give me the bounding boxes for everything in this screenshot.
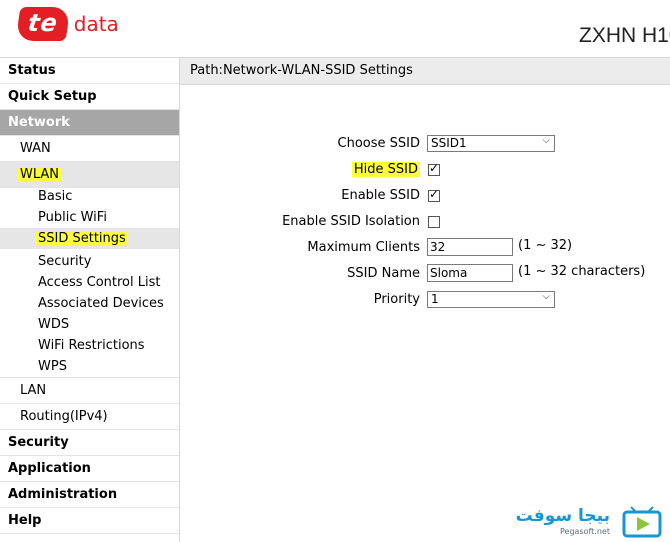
hide-ssid-label: Hide SSID: [351, 162, 420, 177]
chevron-down-icon: ⌵: [542, 291, 550, 302]
ssid-name-input[interactable]: Sloma: [427, 264, 513, 282]
nav-public-wifi[interactable]: Public WiFi: [0, 207, 179, 228]
ssid-name-hint: (1 ~ 32 characters): [518, 264, 646, 279]
nav-quick-setup[interactable]: Quick Setup: [0, 84, 179, 110]
nav-wan[interactable]: WAN: [0, 136, 179, 162]
priority-label: Priority: [373, 292, 420, 307]
nav-ssid-settings[interactable]: SSID Settings: [0, 228, 179, 249]
nav-security[interactable]: Security: [0, 430, 179, 456]
nav-access-control-list[interactable]: Access Control List: [0, 272, 179, 293]
nav-wds[interactable]: WDS: [0, 314, 179, 335]
choose-ssid-label: Choose SSID: [337, 136, 420, 151]
pegasoft-watermark: بيجا سوفت Pegasoft.net: [516, 503, 670, 542]
choose-ssid-select[interactable]: SSID1 ⌵: [427, 135, 555, 152]
watermark-subtext: Pegasoft.net: [560, 527, 610, 536]
nav-associated-devices[interactable]: Associated Devices: [0, 293, 179, 314]
maximum-clients-label: Maximum Clients: [307, 240, 420, 255]
chevron-down-icon: ⌵: [542, 135, 550, 146]
maximum-clients-hint: (1 ~ 32): [518, 238, 573, 253]
nav-lan[interactable]: LAN: [0, 378, 179, 404]
breadcrumb-text: Path:Network-WLAN-SSID Settings: [190, 63, 413, 78]
watermark-text: بيجا سوفت: [515, 506, 610, 526]
priority-select[interactable]: 1 ⌵: [427, 291, 555, 308]
enable-ssid-label: Enable SSID: [341, 188, 420, 203]
hide-ssid-checkbox[interactable]: ✓: [428, 161, 440, 176]
device-model: ZXHN H10: [579, 24, 670, 47]
nav-wlan[interactable]: WLAN: [0, 162, 179, 188]
nav-status[interactable]: Status: [0, 58, 179, 84]
logo-word: data: [73, 12, 119, 36]
breadcrumb: Path:Network-WLAN-SSID Settings: [180, 58, 670, 85]
nav-administration[interactable]: Administration: [0, 482, 179, 508]
nav-routing-ipv4[interactable]: Routing(IPv4): [0, 404, 179, 430]
nav-wps[interactable]: WPS: [0, 356, 179, 378]
nav-help[interactable]: Help: [0, 508, 179, 534]
ssid-isolation-checkbox[interactable]: [428, 216, 440, 228]
nav-wlan-security[interactable]: Security: [0, 251, 179, 272]
ssid-name-label: SSID Name: [347, 266, 420, 281]
logo-badge: te: [15, 7, 71, 41]
nav-network[interactable]: Network: [0, 110, 179, 136]
te-data-logo: te data: [15, 6, 119, 42]
nav-wifi-restrictions[interactable]: WiFi Restrictions: [0, 335, 179, 356]
check-icon: ✓: [429, 187, 440, 201]
header: te data ZXHN H10: [0, 0, 670, 58]
nav-application[interactable]: Application: [0, 456, 179, 482]
nav-wlan-basic[interactable]: Basic: [0, 186, 179, 207]
maximum-clients-input[interactable]: 32: [427, 238, 513, 256]
ssid-isolation-label: Enable SSID Isolation: [282, 214, 420, 229]
sidebar: Status Quick Setup Network WAN WLAN Basi…: [0, 58, 180, 542]
check-icon: ✓: [429, 161, 440, 175]
enable-ssid-checkbox[interactable]: ✓: [428, 187, 440, 202]
tv-play-icon: [622, 506, 662, 538]
